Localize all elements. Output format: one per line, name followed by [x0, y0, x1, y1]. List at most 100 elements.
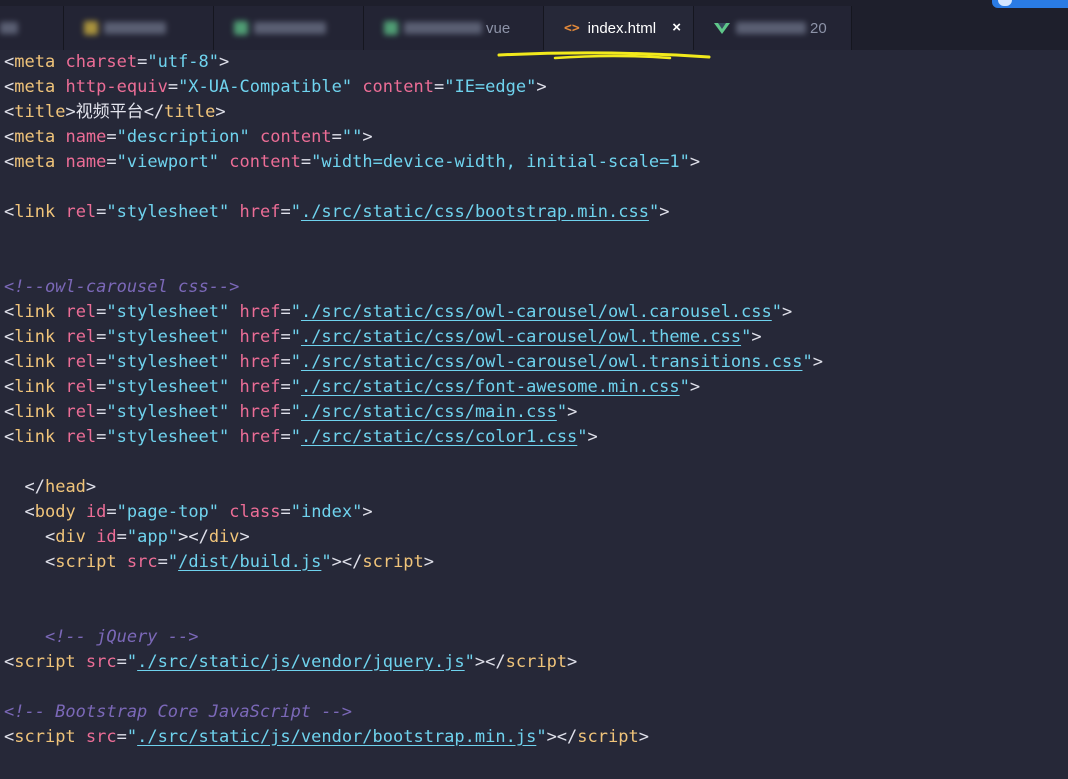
code-line[interactable]: <div id="app"></div> [4, 525, 250, 550]
code-token-link[interactable]: ./src/static/css/color1.css [301, 427, 577, 447]
tab-file-1[interactable] [0, 6, 64, 50]
tab-file-3[interactable] [214, 6, 364, 50]
code-line[interactable]: <!-- Bootstrap Core JavaScript --> [4, 700, 352, 725]
code-token-tag: link [14, 402, 56, 422]
code-line[interactable]: <link rel="stylesheet" href="./src/stati… [4, 300, 792, 325]
tab-file-4-suffix: vue [486, 19, 511, 37]
code-token-attr: href [239, 327, 281, 347]
code-token-eq: = [280, 377, 291, 397]
code-token-tag: div [55, 527, 86, 547]
code-token-attr: content [362, 77, 434, 97]
code-token-str: " [536, 727, 547, 747]
code-token-eq: = [280, 327, 291, 347]
code-token-link[interactable]: /dist/build.js [178, 552, 321, 572]
code-editor[interactable]: <meta charset="utf-8"> <meta http-equiv="… [0, 50, 1068, 779]
code-line[interactable]: <link rel="stylesheet" href="./src/stati… [4, 350, 823, 375]
code-token-bracket: > [689, 152, 701, 172]
code-token-attr: rel [65, 302, 97, 322]
code-token-attr: href [239, 352, 281, 372]
code-token-tag: script [362, 552, 424, 572]
close-icon[interactable]: × [672, 18, 681, 38]
vue-file-icon [384, 21, 398, 35]
code-token-attr: name [65, 127, 107, 147]
code-token-attr: href [239, 427, 281, 447]
code-token-link[interactable]: ./src/static/css/owl-carousel/owl.theme.… [301, 327, 741, 347]
code-token-attr: http-equiv [65, 77, 168, 97]
code-token-str: " [167, 552, 179, 572]
notification-widget[interactable] [992, 0, 1068, 8]
code-token-link[interactable]: ./src/static/css/font-awesome.min.css [301, 377, 680, 397]
code-line[interactable]: <meta charset="utf-8"> [4, 50, 229, 75]
code-token-bracket: > [812, 352, 823, 372]
code-token-str: " [290, 402, 301, 422]
tab-file-6-suffix: 20 [810, 19, 827, 37]
code-token-bracket: > [362, 502, 373, 522]
code-token-comment: <!--owl-carousel css--> [4, 277, 240, 297]
tab-file-2[interactable] [64, 6, 214, 50]
code-token-bracket: > [751, 327, 762, 347]
code-line[interactable]: <!--owl-carousel css--> [4, 275, 239, 300]
code-token-tag: link [14, 327, 56, 347]
code-line[interactable]: <title>视频平台</title> [4, 100, 226, 125]
code-token-link[interactable]: ./src/static/css/owl-carousel/owl.transi… [301, 352, 803, 372]
code-token-attr: class [229, 502, 281, 522]
code-token-bracket: > [567, 402, 578, 422]
tab-file-6-label [736, 22, 806, 34]
code-line[interactable]: <link rel="stylesheet" href="./src/stati… [4, 400, 577, 425]
code-token-tag: script [505, 652, 568, 672]
code-line[interactable]: <script src="/dist/build.js"></script> [4, 550, 434, 575]
code-line[interactable]: <link rel="stylesheet" href="./src/stati… [4, 325, 762, 350]
code-token-bracket: > [536, 77, 547, 97]
code-token-str: "utf-8" [147, 52, 220, 72]
code-token-link[interactable]: ./src/static/css/main.css [301, 402, 557, 422]
code-token-attr: charset [65, 52, 138, 72]
code-token-link[interactable]: ./src/static/js/vendor/bootstrap.min.js [137, 727, 536, 747]
code-token-str: " [679, 377, 690, 397]
code-line[interactable]: <meta name="viewport" content="width=dev… [4, 150, 700, 175]
code-line[interactable]: <script src="./src/static/js/vendor/jque… [4, 650, 577, 675]
code-token-tag: link [14, 352, 56, 372]
code-line[interactable]: <link rel="stylesheet" href="./src/stati… [4, 200, 669, 225]
code-token-eq: = [96, 202, 107, 222]
code-token-bracket: < [44, 527, 56, 547]
code-token-eq: = [300, 152, 312, 172]
code-token-bracket: < [4, 377, 15, 397]
code-line[interactable]: <link rel="stylesheet" href="./src/stati… [4, 375, 700, 400]
code-token-bracket: > [239, 527, 250, 547]
tab-index-html[interactable]: <> index.html × [544, 6, 694, 50]
code-token-link[interactable]: ./src/static/css/bootstrap.min.css [301, 202, 649, 222]
code-token-link[interactable]: ./src/static/css/owl-carousel/owl.carous… [301, 302, 772, 322]
code-token-attr: href [239, 377, 281, 397]
code-token-bracket: > [567, 652, 578, 672]
code-token-tag: script [55, 552, 117, 572]
code-line[interactable]: <meta http-equiv="X-UA-Compatible" conte… [4, 75, 547, 100]
code-line[interactable]: <link rel="stylesheet" href="./src/stati… [4, 425, 598, 450]
code-line[interactable]: <meta name="description" content=""> [4, 125, 373, 150]
code-token-bracket: > [423, 552, 435, 572]
code-token-tag: script [14, 652, 76, 672]
tab-file-4[interactable]: vue [364, 6, 544, 50]
code-line[interactable]: <script src="./src/static/js/vendor/boot… [4, 725, 649, 750]
code-token-tag: title [14, 102, 66, 122]
code-token-bracket: < [4, 427, 15, 447]
code-token-bracket: ></ [178, 527, 209, 547]
code-token-eq: = [96, 427, 107, 447]
code-token-bracket: < [44, 552, 56, 572]
code-token-attr: name [65, 152, 107, 172]
code-line[interactable]: <body id="page-top" class="index"> [4, 500, 373, 525]
code-line[interactable]: </head> [4, 475, 96, 500]
tab-file-6[interactable]: 20 [694, 6, 852, 50]
code-line[interactable]: <!-- jQuery --> [4, 625, 199, 650]
code-token-link[interactable]: ./src/static/js/vendor/jquery.js [137, 652, 465, 672]
code-token-bracket: < [24, 502, 35, 522]
